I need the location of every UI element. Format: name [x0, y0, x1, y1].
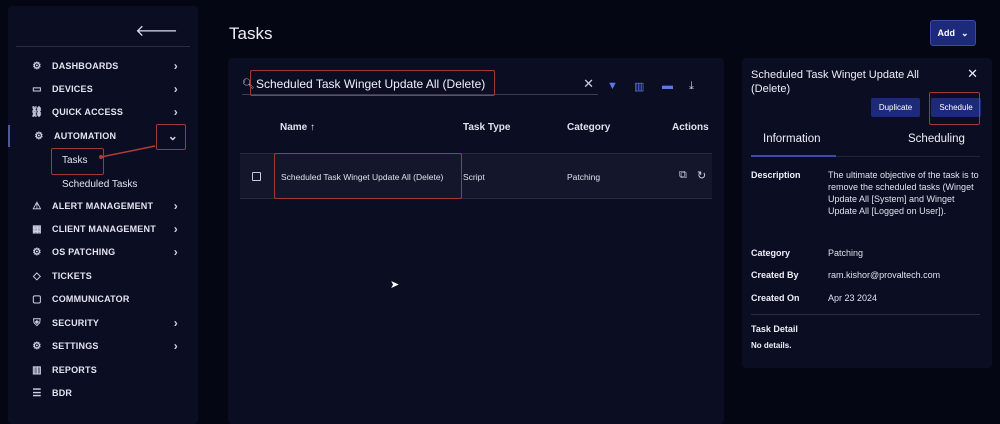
chevron-right-icon: ›: [173, 59, 178, 73]
category-value: Patching: [828, 248, 864, 258]
automation-icon: ⚙: [34, 130, 44, 142]
sidebar-item-label: QUICK ACCESS: [52, 107, 124, 117]
database-icon: ☰: [32, 387, 42, 399]
sidebar-item-devices[interactable]: ▭ DEVICES ›: [8, 78, 198, 100]
sidebar-item-quick-access[interactable]: ⛓ QUICK ACCESS ›: [8, 101, 198, 123]
sidebar-item-label: COMMUNICATOR: [52, 294, 130, 304]
add-button[interactable]: Add ⌄: [930, 20, 976, 46]
column-header-actions: Actions: [672, 122, 709, 133]
sidebar-divider: [16, 46, 190, 47]
created-by-value: ram.kishor@provaltech.com: [828, 270, 941, 280]
sidebar-subitem-scheduled-tasks[interactable]: Scheduled Tasks: [62, 179, 137, 190]
patch-icon: ⚙: [32, 246, 42, 258]
tasks-panel: 🔍︎ ✕ ▼ ▥ ▬ ⤓ Name ↑ Task Type Category A…: [228, 58, 724, 424]
sidebar-item-label: DEVICES: [52, 84, 93, 94]
created-on-value: Apr 23 2024: [828, 293, 878, 303]
refresh-icon[interactable]: ↻: [697, 169, 706, 182]
gear-icon: ⚙: [32, 340, 42, 352]
chevron-right-icon: ›: [173, 82, 178, 96]
category-label: Category: [751, 248, 791, 258]
monitor-icon: ▭: [32, 83, 42, 95]
chevron-right-icon: ›: [173, 105, 178, 119]
chevron-right-icon: ›: [173, 199, 178, 213]
warning-icon: ⚠: [32, 200, 42, 212]
details-panel: Scheduled Task Winget Update All (Delete…: [742, 58, 992, 368]
sidebar-item-label: SECURITY: [52, 318, 100, 328]
sidebar-item-dashboards[interactable]: ⚙ DASHBOARDS ›: [8, 55, 198, 77]
link-icon: ⛓: [30, 106, 44, 118]
sidebar: 🡐 ⚙ DASHBOARDS › ▭ DEVICES › ⛓ QUICK ACC…: [8, 6, 198, 424]
task-detail-value: No details.: [751, 341, 792, 350]
copy-icon[interactable]: ⧉: [679, 169, 687, 182]
filter-icon[interactable]: ▼: [607, 80, 618, 92]
reports-icon: ▥: [32, 364, 42, 376]
ticket-icon: ◇: [33, 270, 41, 282]
task-detail-label: Task Detail: [751, 324, 798, 334]
mouse-cursor-icon: ➤: [390, 279, 400, 291]
description-label: Description: [751, 170, 801, 180]
row-checkbox[interactable]: [252, 172, 261, 181]
sidebar-item-label: SETTINGS: [52, 341, 99, 351]
columns-icon[interactable]: ▥: [634, 80, 644, 93]
description-value: The ultimate objective of the task is to…: [828, 170, 979, 216]
tab-scheduling[interactable]: Scheduling: [908, 133, 965, 145]
sidebar-item-label: CLIENT MANAGEMENT: [52, 224, 156, 234]
sidebar-item-settings[interactable]: ⚙ SETTINGS ›: [8, 335, 198, 357]
cell-category: Patching: [567, 172, 601, 182]
chevron-right-icon: ›: [173, 316, 178, 330]
building-icon: ▦: [32, 223, 42, 235]
collapse-sidebar-icon[interactable]: 🡐: [135, 20, 178, 41]
highlight-box: [250, 70, 495, 96]
sidebar-item-os-patching[interactable]: ⚙ OS PATCHING ›: [8, 241, 198, 263]
sidebar-item-label: OS PATCHING: [52, 247, 116, 257]
close-icon[interactable]: ✕: [967, 66, 978, 82]
cell-task-type: Script: [463, 172, 485, 182]
details-divider: [751, 314, 980, 315]
created-by-label: Created By: [751, 270, 799, 280]
sidebar-item-security[interactable]: ⛨ SECURITY ›: [8, 312, 198, 334]
sidebar-item-communicator[interactable]: ▢ COMMUNICATOR: [8, 288, 198, 310]
sidebar-item-label: ALERT MANAGEMENT: [52, 201, 154, 211]
sidebar-item-label: TICKETS: [52, 271, 92, 281]
chevron-right-icon: ›: [173, 222, 178, 236]
clear-search-icon[interactable]: ✕: [583, 76, 594, 92]
sidebar-item-bdr[interactable]: ☰ BDR: [8, 382, 198, 404]
page-title: Tasks: [229, 24, 273, 43]
sidebar-item-alert-management[interactable]: ⚠ ALERT MANAGEMENT ›: [8, 195, 198, 217]
created-on-label: Created On: [751, 293, 800, 303]
sidebar-item-reports[interactable]: ▥ REPORTS: [8, 359, 198, 381]
shield-icon: ⛨: [33, 317, 41, 329]
column-header-name[interactable]: Name ↑: [280, 122, 315, 133]
sidebar-item-label: DASHBOARDS: [52, 61, 119, 71]
density-icon[interactable]: ▬: [662, 80, 673, 92]
active-tab-indicator: [751, 155, 836, 157]
chevron-down-icon: ⌄: [960, 27, 969, 38]
annotation-arrow: [99, 145, 156, 159]
duplicate-button[interactable]: Duplicate: [871, 98, 920, 117]
dashboard-icon: ⚙: [32, 60, 42, 72]
add-button-label: Add: [937, 28, 955, 38]
column-header-task-type[interactable]: Task Type: [463, 122, 510, 133]
details-title: Scheduled Task Winget Update All (Delete…: [751, 69, 919, 95]
chevron-right-icon: ›: [173, 339, 178, 353]
highlight-box: [929, 92, 980, 125]
sidebar-item-client-management[interactable]: ▦ CLIENT MANAGEMENT ›: [8, 218, 198, 240]
chevron-right-icon: ›: [173, 245, 178, 259]
sidebar-item-tickets[interactable]: ◇ TICKETS: [8, 265, 198, 287]
column-header-category[interactable]: Category: [567, 122, 610, 133]
sidebar-item-label: BDR: [52, 388, 73, 398]
sidebar-item-label: REPORTS: [52, 365, 97, 375]
highlight-box: [274, 153, 462, 199]
tab-information[interactable]: Information: [763, 133, 821, 145]
chat-icon: ▢: [32, 293, 42, 305]
download-icon[interactable]: ⤓: [689, 80, 694, 93]
